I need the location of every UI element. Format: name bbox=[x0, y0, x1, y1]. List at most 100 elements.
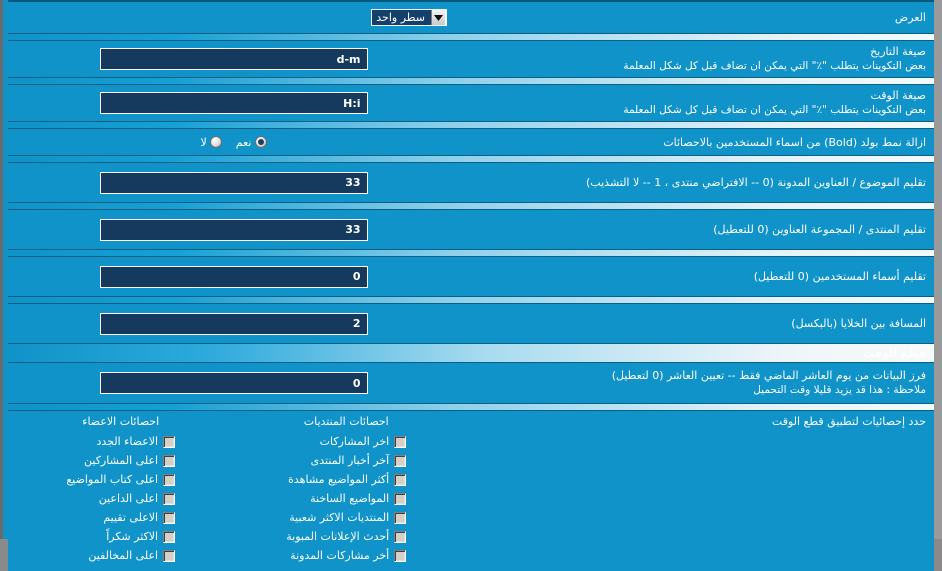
checkbox-item[interactable]: المواضيع الساخنة bbox=[286, 489, 407, 508]
checkbox-item[interactable]: اعلى المشاركين bbox=[66, 451, 176, 470]
timecut-section-header: قطع الوقت bbox=[8, 343, 934, 363]
display-mode-select[interactable]: سطر واحد bbox=[371, 9, 447, 26]
timecut-days-label: فرز البيانات من يوم العاشر الماضي فقط --… bbox=[611, 369, 926, 382]
timecut-section-title: قطع الوقت bbox=[863, 347, 926, 360]
trim-usernames-control-cell bbox=[8, 262, 459, 292]
remove-bold-radio-group: نعم لا bbox=[14, 136, 453, 149]
trim-usernames-label-cell: تقليم أسماء المستخدمين (0 للتعطيل) bbox=[459, 265, 934, 288]
display-mode-label-cell: العرض bbox=[447, 11, 934, 24]
checkbox-label: المواضيع الساخنة bbox=[310, 492, 390, 505]
checkbox-icon[interactable] bbox=[163, 473, 176, 486]
trim-forum-titles-label: تقليم المنتدى / المجموعة العناوين (0 للت… bbox=[713, 223, 926, 236]
checkbox-label: الاعلى تقييم bbox=[103, 511, 159, 524]
timecut-days-note: ملاحظة : هذا قد يزيد قليلا وقت التحميل bbox=[753, 384, 926, 396]
date-format-label-cell: صيغة التاريخ بعض التكوينات يتطلب "٪" الت… bbox=[459, 40, 934, 78]
separator-bar bbox=[8, 403, 934, 411]
timecut-stats-row: حدد إحصائيات لتطبيق قطع الوقت احصائات ال… bbox=[8, 411, 934, 571]
remove-bold-label-cell: ازالة نمط بولد (Bold) من اسماء المستخدمي… bbox=[459, 131, 934, 154]
checkbox-icon[interactable] bbox=[394, 435, 407, 448]
checkbox-icon[interactable] bbox=[394, 454, 407, 467]
timecut-days-label-cell: فرز البيانات من يوم العاشر الماضي فقط --… bbox=[459, 364, 934, 402]
checkbox-label: أخر مشاركات المدونة bbox=[290, 549, 390, 562]
checkbox-label: الاعضاء الجدد bbox=[96, 435, 159, 448]
checkbox-label: اعلى المخالفين bbox=[88, 549, 159, 562]
forum-stats-items: اخر المشاركات آخر أخبار المنتدى أكثر الم… bbox=[286, 432, 407, 565]
separator-bar bbox=[8, 202, 934, 210]
checkbox-item[interactable]: الاكثر شكراً bbox=[66, 527, 176, 546]
member-stats-header: احصائات الاعضاء bbox=[82, 415, 160, 428]
checkbox-item[interactable]: اعلى المخالفين bbox=[66, 546, 176, 565]
checkbox-icon[interactable] bbox=[163, 454, 176, 467]
checkbox-icon[interactable] bbox=[394, 511, 407, 524]
display-mode-select-value: سطر واحد bbox=[376, 11, 425, 24]
checkbox-item[interactable]: آخر أخبار المنتدى bbox=[286, 451, 407, 470]
time-format-input[interactable] bbox=[99, 92, 368, 114]
checkbox-label: آخر أخبار المنتدى bbox=[310, 454, 390, 467]
date-format-control-cell bbox=[8, 44, 459, 74]
checkbox-icon[interactable] bbox=[163, 511, 176, 524]
time-format-label-cell: صيغة الوقت بعض التكوينات يتطلب "٪" التي … bbox=[459, 84, 934, 122]
checkbox-item[interactable]: الاعلى تقييم bbox=[66, 508, 176, 527]
checkbox-item[interactable]: أخر مشاركات المدونة bbox=[286, 546, 407, 565]
checkbox-icon[interactable] bbox=[163, 549, 176, 562]
page-root: العرض سطر واحد صيغة التاريخ بعض التكوينا… bbox=[0, 0, 942, 571]
timecut-stats-columns: احصائات المنتديات اخر المشاركات آخر أخبا… bbox=[8, 411, 459, 571]
trim-thread-titles-input[interactable] bbox=[99, 171, 368, 194]
timecut-days-input[interactable] bbox=[99, 372, 368, 394]
checkbox-label: اخر المشاركات bbox=[319, 435, 390, 448]
checkbox-item[interactable]: أكثر المواضيع مشاهدة bbox=[286, 470, 407, 489]
cell-spacing-row: المسافة بين الخلايا (بالبكسل) bbox=[8, 304, 934, 343]
forum-stats-column: احصائات المنتديات اخر المشاركات آخر أخبا… bbox=[234, 415, 460, 565]
cell-spacing-input[interactable] bbox=[99, 312, 368, 335]
trim-thread-titles-label-cell: تقليم الموضوع / العناوين المدونة (0 -- ا… bbox=[459, 171, 934, 194]
checkbox-icon[interactable] bbox=[163, 492, 176, 505]
timecut-days-control-cell bbox=[8, 368, 459, 398]
radio-option-yes[interactable]: نعم bbox=[236, 136, 267, 149]
trim-usernames-input[interactable] bbox=[99, 265, 368, 288]
time-format-row: صيغة الوقت بعض التكوينات يتطلب "٪" التي … bbox=[8, 85, 934, 121]
display-mode-label: العرض bbox=[894, 11, 926, 24]
checkbox-icon[interactable] bbox=[163, 530, 176, 543]
trim-forum-titles-label-cell: تقليم المنتدى / المجموعة العناوين (0 للت… bbox=[459, 218, 934, 241]
settings-container: العرض سطر واحد صيغة التاريخ بعض التكوينا… bbox=[8, 0, 934, 571]
checkbox-item[interactable]: الاعضاء الجدد bbox=[66, 432, 176, 451]
time-format-description: بعض التكوينات يتطلب "٪" التي يمكن ان تضا… bbox=[623, 104, 926, 116]
checkbox-label: المنتديات الاكثر شعبية bbox=[289, 511, 390, 524]
checkbox-label: أكثر المواضيع مشاهدة bbox=[288, 473, 390, 486]
checkbox-label: اعلى المشاركين bbox=[84, 454, 159, 467]
radio-no-label: لا bbox=[200, 135, 207, 149]
radio-yes-label: نعم bbox=[235, 135, 252, 149]
radio-yes-icon[interactable] bbox=[254, 136, 267, 148]
checkbox-item[interactable]: المنتديات الاكثر شعبية bbox=[286, 508, 407, 527]
trim-forum-titles-control-cell bbox=[8, 215, 459, 245]
cell-spacing-control-cell bbox=[8, 309, 459, 339]
date-format-description: بعض التكوينات يتطلب "٪" التي يمكن ان تضا… bbox=[623, 60, 926, 72]
trim-thread-titles-label: تقليم الموضوع / العناوين المدونة (0 -- ا… bbox=[586, 176, 926, 189]
time-format-control-cell bbox=[8, 88, 459, 118]
radio-option-no[interactable]: لا bbox=[201, 136, 222, 149]
checkbox-icon[interactable] bbox=[394, 473, 407, 486]
checkbox-icon[interactable] bbox=[163, 435, 176, 448]
member-stats-items: الاعضاء الجدد اعلى المشاركين اعلى كتاب ا… bbox=[66, 432, 176, 565]
trim-thread-titles-row: تقليم الموضوع / العناوين المدونة (0 -- ا… bbox=[8, 163, 934, 202]
checkbox-item[interactable]: اعلى كتاب المواضيع bbox=[66, 470, 176, 489]
remove-bold-row: ازالة نمط بولد (Bold) من اسماء المستخدمي… bbox=[8, 129, 934, 155]
checkbox-item[interactable]: اعلى الداعين bbox=[66, 489, 176, 508]
trim-usernames-label: تقليم أسماء المستخدمين (0 للتعطيل) bbox=[753, 270, 926, 283]
timecut-stats-label-cell: حدد إحصائيات لتطبيق قطع الوقت bbox=[459, 411, 934, 571]
date-format-row: صيغة التاريخ بعض التكوينات يتطلب "٪" الت… bbox=[8, 41, 934, 77]
checkbox-icon[interactable] bbox=[394, 492, 407, 505]
time-format-label: صيغة الوقت bbox=[870, 89, 926, 102]
date-format-input[interactable] bbox=[99, 48, 368, 70]
display-mode-control-cell: سطر واحد bbox=[371, 9, 447, 26]
checkbox-item[interactable]: أحدث الإعلانات المبوبة bbox=[286, 527, 407, 546]
cell-spacing-label: المسافة بين الخلايا (بالبكسل) bbox=[791, 317, 926, 330]
chevron-down-icon[interactable] bbox=[431, 10, 446, 25]
checkbox-icon[interactable] bbox=[394, 549, 407, 562]
radio-no-icon[interactable] bbox=[209, 136, 222, 148]
timecut-days-row: فرز البيانات من يوم العاشر الماضي فقط --… bbox=[8, 363, 934, 403]
trim-forum-titles-input[interactable] bbox=[99, 218, 368, 241]
checkbox-item[interactable]: اخر المشاركات bbox=[286, 432, 407, 451]
checkbox-icon[interactable] bbox=[394, 530, 407, 543]
member-stats-column: احصائات الاعضاء الاعضاء الجدد اعلى المشا… bbox=[8, 415, 234, 565]
